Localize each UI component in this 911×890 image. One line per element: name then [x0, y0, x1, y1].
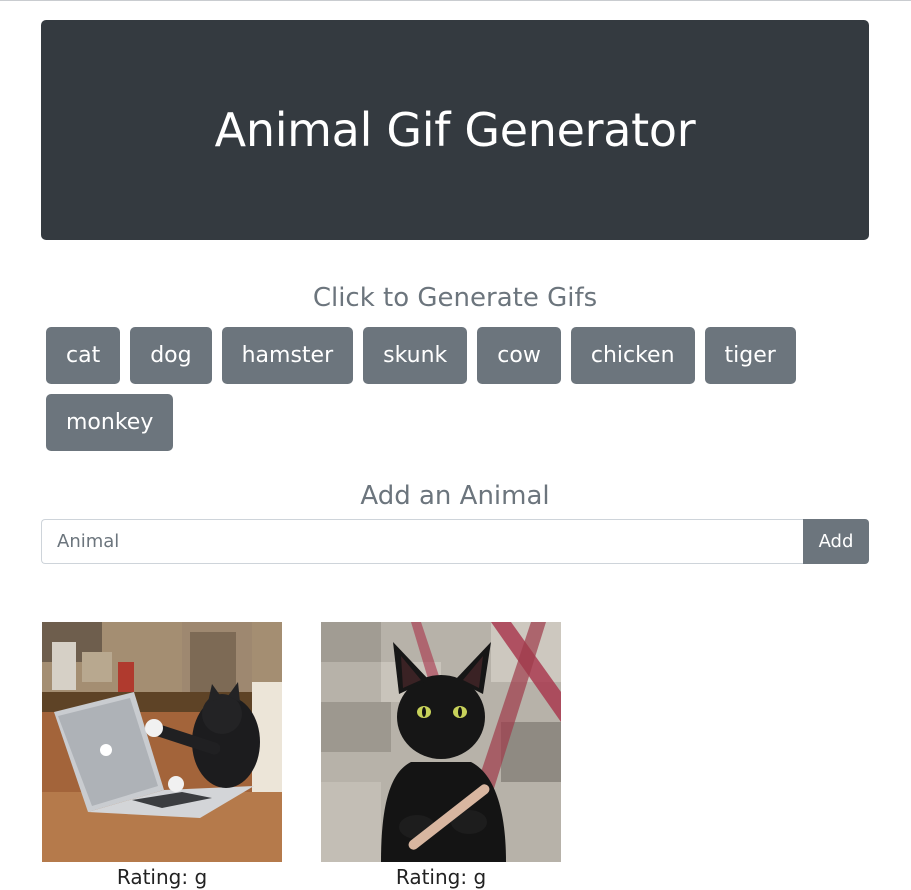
- animal-button-chicken[interactable]: chicken: [570, 327, 695, 384]
- gif-card: Rating: g: [42, 622, 282, 890]
- gif-card: Rating: g: [321, 622, 561, 890]
- animal-button-cat[interactable]: cat: [46, 327, 121, 384]
- add-animal-heading: Add an Animal: [360, 481, 550, 511]
- animal-button-hamster[interactable]: hamster: [221, 327, 354, 384]
- animal-button-cow[interactable]: cow: [477, 327, 561, 384]
- add-animal-form: Add: [41, 519, 869, 564]
- gif-image-cat-laptop[interactable]: [42, 622, 282, 862]
- gif-rating: Rating: g: [395, 865, 487, 889]
- gif-rating: Rating: g: [116, 865, 208, 889]
- animal-button-monkey[interactable]: monkey: [46, 394, 174, 451]
- gif-image-black-cat[interactable]: [321, 622, 561, 862]
- header-jumbotron: Animal Gif Generator: [41, 20, 869, 240]
- add-button[interactable]: Add: [803, 519, 869, 564]
- animal-button-tiger[interactable]: tiger: [704, 327, 796, 384]
- animal-buttons-group: cat dog hamster skunk cow chicken tiger monkey: [41, 327, 869, 461]
- generate-gifs-heading: Click to Generate Gifs: [312, 283, 598, 313]
- animal-button-dog[interactable]: dog: [130, 327, 212, 384]
- animal-button-skunk[interactable]: skunk: [363, 327, 468, 384]
- main-container: Animal Gif Generator Click to Generate G…: [41, 20, 869, 889]
- page-title: Animal Gif Generator: [214, 103, 696, 157]
- window-top-border: [0, 0, 911, 1]
- animal-input[interactable]: [41, 519, 803, 564]
